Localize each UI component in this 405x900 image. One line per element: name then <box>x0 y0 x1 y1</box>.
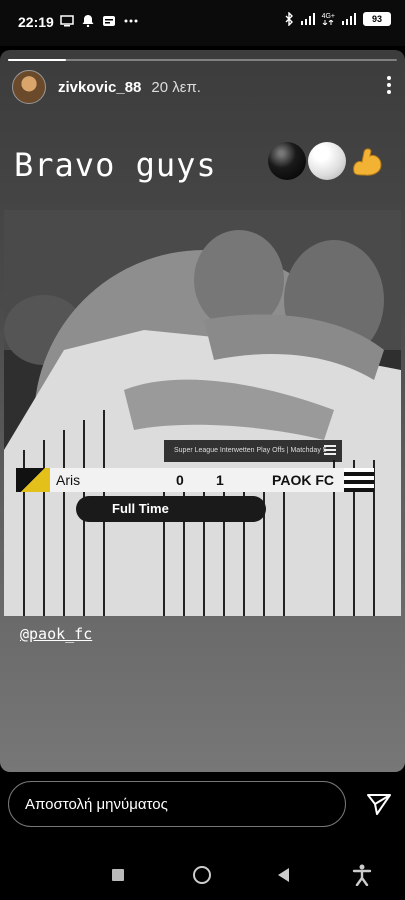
league-banner: Super League Interwetten Play Offs | Mat… <box>164 440 342 462</box>
story-card[interactable]: zivkovic_88 20 λεπ. Bravo guys Super Lea… <box>0 50 405 772</box>
muscle-icon <box>353 148 382 176</box>
time-ago: 20 λεπ. <box>151 78 201 96</box>
status-bar: 22:19 4G+ 93 <box>0 0 405 46</box>
players-image <box>4 210 401 616</box>
network-label: 4G+ <box>321 13 335 20</box>
white-ball-icon <box>308 142 346 180</box>
match-status: Full Time <box>76 496 266 522</box>
story-progress-bar <box>8 59 397 61</box>
bell-icon <box>82 15 94 27</box>
accessibility-button[interactable] <box>352 864 372 886</box>
away-team: PAOK FC <box>272 472 334 488</box>
black-ball-icon <box>268 142 306 180</box>
signal-icon <box>300 13 315 25</box>
match-photo: Super League Interwetten Play Offs | Mat… <box>4 210 401 616</box>
back-button[interactable] <box>278 868 289 882</box>
away-score: 1 <box>216 472 224 488</box>
home-button[interactable] <box>193 866 211 884</box>
signal-4g-icon <box>322 20 334 25</box>
more-options-icon[interactable] <box>387 76 391 97</box>
notification-badge-icon <box>103 15 115 26</box>
status-icons-right: 4G+ 93 <box>284 12 391 26</box>
battery-icon: 93 <box>363 12 391 26</box>
message-placeholder: Αποστολή μηνύματος <box>25 796 168 813</box>
story-caption: Bravo guys <box>14 146 217 184</box>
story-header: zivkovic_88 20 λεπ. <box>12 70 201 104</box>
signal-icon <box>342 13 356 25</box>
network-type: 4G+ <box>322 13 335 25</box>
scoreboard: Aris 0 1 PAOK FC <box>16 468 374 492</box>
message-input[interactable]: Αποστολή μηνύματος <box>8 781 346 827</box>
home-team: Aris <box>56 472 81 488</box>
away-team-badge-icon <box>344 468 374 492</box>
system-nav-bar <box>0 850 405 900</box>
emoji-row <box>268 142 386 180</box>
league-logo-icon <box>324 445 336 457</box>
mention-link[interactable]: @paok_fc <box>20 625 92 643</box>
avatar[interactable] <box>12 70 46 104</box>
screen-cast-icon <box>60 14 74 26</box>
home-team-badge-icon <box>16 468 50 492</box>
league-label: Super League Interwetten Play Offs | Mat… <box>174 447 327 454</box>
send-icon[interactable] <box>366 792 392 816</box>
status-time: 22:19 <box>18 14 54 30</box>
status-icons-left <box>60 14 138 27</box>
story-progress-fill <box>8 59 67 61</box>
recents-button[interactable] <box>112 869 124 881</box>
home-score: 0 <box>176 472 184 488</box>
more-dots-icon <box>124 19 138 22</box>
bluetooth-icon <box>285 12 293 26</box>
username[interactable]: zivkovic_88 <box>58 79 141 96</box>
